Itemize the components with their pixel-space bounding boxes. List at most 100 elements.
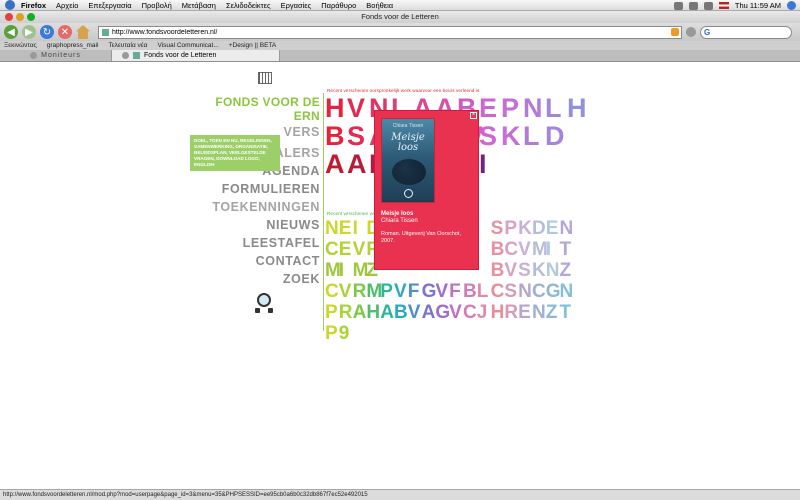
translation-letter-glyph[interactable]: N: [546, 260, 560, 281]
translation-letter-glyph[interactable]: B: [394, 302, 408, 323]
menu-edit[interactable]: Επεξεργασία: [88, 1, 131, 10]
book-letter-glyph[interactable]: I: [479, 150, 501, 178]
bookmark-graphopress-mail[interactable]: graphopress_mail: [47, 42, 99, 49]
bookmark-getting-started[interactable]: Ξεκινώντας: [4, 42, 37, 49]
translation-letter-glyph[interactable]: I: [339, 260, 353, 281]
translation-letter-glyph[interactable]: N: [560, 281, 574, 302]
book-letter-glyph[interactable]: B: [325, 122, 347, 150]
menubar-clock[interactable]: Thu 11:59 AM: [735, 1, 781, 10]
translation-letter-glyph[interactable]: C: [504, 239, 518, 260]
book-letter-glyph[interactable]: H: [325, 94, 347, 122]
book-letter-glyph[interactable]: D: [545, 122, 567, 150]
bookmark-latest-news[interactable]: Τελευταία νέα: [108, 42, 147, 49]
translation-letter-glyph[interactable]: Z: [546, 302, 560, 323]
translation-letter-glyph[interactable]: V: [408, 302, 422, 323]
translation-letter-glyph[interactable]: E: [339, 218, 353, 239]
status-app-icon[interactable]: [673, 1, 683, 10]
nav-item-formulieren[interactable]: FORMULIEREN: [222, 182, 320, 196]
translation-letter-glyph[interactable]: B: [491, 239, 505, 260]
translation-letter-glyph[interactable]: P: [325, 323, 339, 344]
book-letter-glyph[interactable]: N: [523, 94, 545, 122]
translation-letter-glyph[interactable]: H: [491, 302, 505, 323]
site-title[interactable]: FONDS VOOR DE ERN: [210, 95, 320, 123]
translation-letter-glyph[interactable]: S: [504, 281, 518, 302]
translation-letter-glyph[interactable]: T: [560, 302, 574, 323]
translation-letter-glyph[interactable]: Z: [560, 260, 574, 281]
tab-fonds-voor-de-letteren[interactable]: Fonds voor de Letteren: [112, 50, 280, 61]
book-letter-glyph[interactable]: L: [545, 94, 567, 122]
menu-help[interactable]: Βοήθεια: [366, 1, 393, 10]
translation-letter-glyph[interactable]: A: [422, 302, 436, 323]
translation-letter-glyph[interactable]: S: [518, 260, 532, 281]
translation-letter-glyph[interactable]: I: [353, 218, 367, 239]
translation-letter-glyph[interactable]: M: [353, 260, 369, 281]
menu-file[interactable]: Αρχείο: [56, 1, 78, 10]
translation-letter-glyph[interactable]: F: [449, 281, 463, 302]
translation-letter-glyph[interactable]: K: [532, 260, 546, 281]
forward-button[interactable]: ▶: [22, 25, 36, 39]
translation-letter-glyph[interactable]: J: [477, 302, 491, 323]
translation-letter-glyph[interactable]: C: [532, 281, 546, 302]
nav-item-leestafel[interactable]: LEESTAFEL: [243, 236, 320, 250]
translation-letter-glyph[interactable]: M: [532, 239, 548, 260]
translation-letter-glyph[interactable]: F: [408, 281, 422, 302]
site-logo-stamp-icon[interactable]: [258, 72, 272, 84]
translation-letter-glyph[interactable]: N: [560, 218, 574, 239]
book-letter-glyph[interactable]: V: [347, 94, 369, 122]
reload-button[interactable]: ↻: [40, 25, 54, 39]
menu-go[interactable]: Μετάβαση: [182, 1, 216, 10]
nav-item-toekenningen[interactable]: TOEKENNINGEN: [212, 200, 320, 214]
translation-letter-glyph[interactable]: N: [325, 218, 339, 239]
translation-letter-glyph[interactable]: 9: [339, 323, 353, 344]
tab-moniteurs[interactable]: Moniteurs: [0, 50, 112, 61]
home-button[interactable]: [76, 25, 90, 39]
stop-button[interactable]: ✕: [58, 25, 72, 39]
translation-letter-glyph[interactable]: R: [504, 302, 518, 323]
tab-close-icon[interactable]: [30, 52, 38, 59]
translation-letter-glyph[interactable]: H: [366, 302, 380, 323]
translation-letter-glyph[interactable]: C: [463, 302, 477, 323]
bookmark-visual-communication[interactable]: Visual Communicat...: [157, 42, 218, 49]
bookmark-design-beta[interactable]: +Design || BETA: [229, 42, 277, 49]
translation-letter-glyph[interactable]: V: [449, 302, 463, 323]
menu-view[interactable]: Προβολή: [142, 1, 172, 10]
translation-letter-glyph[interactable]: M: [366, 281, 382, 302]
translation-letter-glyph[interactable]: P: [504, 218, 518, 239]
minimize-window-icon[interactable]: [16, 13, 24, 21]
zoom-window-icon[interactable]: [27, 13, 35, 21]
translation-letter-glyph[interactable]: M: [325, 260, 341, 281]
translation-letter-glyph[interactable]: L: [477, 281, 491, 302]
translation-letter-glyph[interactable]: E: [339, 239, 353, 260]
translation-letter-glyph[interactable]: D: [532, 218, 546, 239]
nav-item-zoek[interactable]: ZOEK: [283, 272, 320, 286]
book-letter-glyph[interactable]: A: [325, 150, 347, 178]
translation-letter-glyph[interactable]: C: [325, 239, 339, 260]
translation-letter-glyph[interactable]: N: [532, 302, 546, 323]
translation-letter-glyph[interactable]: V: [518, 239, 532, 260]
book-letter-glyph[interactable]: S: [347, 122, 369, 150]
translation-letter-glyph[interactable]: R: [353, 281, 367, 302]
mascot-icon[interactable]: [254, 293, 274, 315]
translation-letter-glyph[interactable]: V: [435, 281, 449, 302]
book-letter-glyph[interactable]: E: [479, 94, 501, 122]
volume-icon[interactable]: [703, 1, 713, 10]
back-button[interactable]: ◀: [4, 25, 18, 39]
book-letter-glyph[interactable]: L: [523, 122, 545, 150]
nav-item-vers[interactable]: VERS: [284, 125, 320, 139]
translation-letter-glyph[interactable]: T: [560, 239, 574, 260]
translation-letter-glyph[interactable]: V: [353, 239, 367, 260]
book-letter-glyph[interactable]: A: [347, 150, 369, 178]
us-flag-icon[interactable]: [718, 2, 729, 9]
translation-letter-glyph[interactable]: B: [491, 260, 505, 281]
translation-letter-glyph[interactable]: P: [380, 281, 394, 302]
submenu-tooltip[interactable]: DOEL, TOEN EN NU, REGELINGEN, SAMENWERKI…: [190, 135, 280, 171]
translation-letter-glyph[interactable]: S: [491, 218, 505, 239]
apple-menu-icon[interactable]: [5, 0, 15, 10]
book-cover-image[interactable]: Chiara Tissen Meisje loos: [381, 118, 435, 203]
rss-icon[interactable]: [671, 28, 679, 36]
translation-letter-glyph[interactable]: E: [546, 218, 560, 239]
bluetooth-icon[interactable]: [688, 1, 698, 10]
book-letter-glyph[interactable]: H: [567, 94, 589, 122]
google-icon[interactable]: G: [704, 28, 710, 37]
translation-letter-glyph[interactable]: E: [518, 302, 532, 323]
